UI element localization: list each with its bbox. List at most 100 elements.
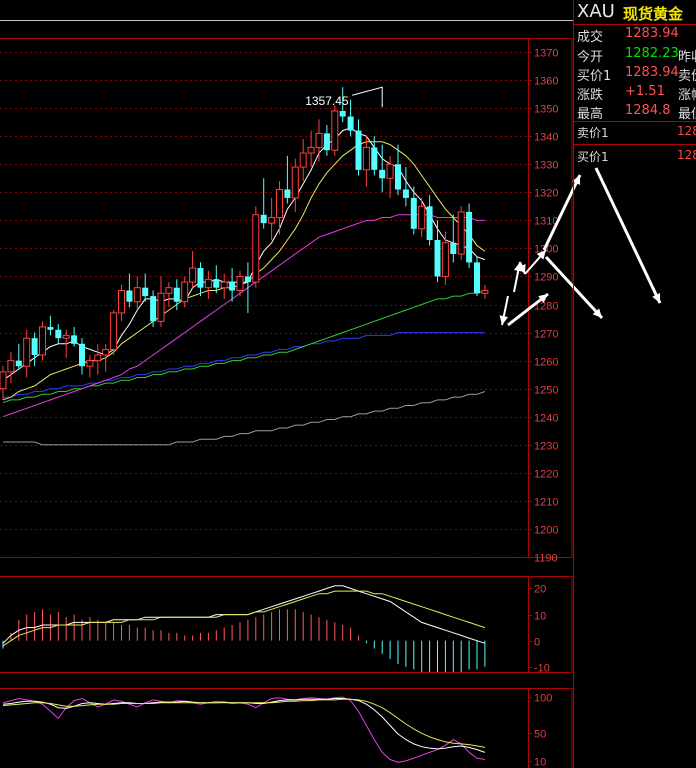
quote-value: 1283.94	[625, 26, 679, 41]
macd-tick-label: 0	[534, 637, 540, 649]
ma20-line	[2, 214, 485, 418]
candle-body-down	[142, 287, 149, 297]
symbol-code: XAU	[577, 1, 615, 22]
candle-body-up	[86, 360, 94, 367]
price-tick-label: 1370	[534, 48, 558, 60]
candle-body-up	[252, 214, 260, 283]
quote-value: 1282.23	[625, 46, 679, 61]
quote-value: 1284.8	[625, 103, 671, 118]
macd-tick-label: 10	[534, 611, 546, 623]
candle-body-down	[15, 360, 22, 367]
candle-body-up	[7, 360, 15, 373]
kdj-tick-label: 50	[534, 729, 546, 741]
quote-value: +1.51	[625, 84, 665, 99]
candle-body-up	[362, 146, 370, 171]
candle-body-down	[260, 214, 267, 224]
macd-dea-line	[2, 590, 486, 647]
macd-panel	[2, 585, 486, 672]
ask-row[interactable]: 卖价1 128	[574, 124, 696, 142]
price-tick-label: 1190	[534, 553, 558, 565]
price-panel-frame	[0, 38, 573, 558]
candle-body-down	[339, 110, 346, 117]
candle-body-down	[126, 290, 133, 302]
candlestick-series	[0, 87, 489, 400]
candle-body-down	[71, 335, 78, 344]
candle-body-down	[347, 116, 354, 131]
candle-body-down	[402, 189, 409, 198]
price-tick-label: 1220	[534, 469, 558, 481]
candle-body-down	[355, 130, 362, 170]
candle-body-down	[55, 329, 62, 339]
quote-row-change: 涨跌 +1.51 涨幅	[574, 84, 696, 104]
candle-body-up	[386, 163, 394, 179]
quote-row-high: 最高 1284.8 最低	[574, 103, 696, 123]
quote-label-secondary: 最低	[678, 107, 696, 122]
candle-body-up	[118, 289, 125, 314]
macd-tick-label: 20	[534, 584, 546, 596]
candle-body-up	[0, 371, 7, 390]
candle-body-down	[150, 296, 157, 322]
quote-label: 买价1	[577, 69, 612, 84]
quote-row-bid: 买价1 1283.94 卖价	[574, 65, 696, 85]
candle-body-down	[79, 343, 85, 367]
quote-label-secondary: 昨收	[678, 50, 696, 65]
candle-body-down	[284, 189, 291, 198]
kdj-line-2	[2, 698, 485, 748]
kdj-axis: 100 50 10	[528, 693, 552, 768]
bid-label: 买价1	[577, 150, 609, 164]
candle-body-down	[371, 147, 378, 170]
candle-body-up	[62, 334, 70, 339]
quote-row-trade: 成交 1283.94	[574, 26, 696, 46]
kdj-line-0	[2, 696, 485, 763]
candle-body-down	[434, 239, 441, 277]
price-tick-label: 1270	[534, 329, 558, 341]
price-tick-label: 1360	[534, 76, 558, 88]
price-grid	[0, 52, 528, 558]
candle-body-down	[47, 326, 54, 330]
high-annotation: 1357.45	[305, 86, 383, 108]
quote-label: 今开	[577, 50, 604, 65]
price-tick-label: 1230	[534, 441, 558, 453]
divider	[574, 144, 696, 145]
bid-value: 128	[677, 148, 696, 162]
candle-body-up	[315, 132, 323, 148]
candle-body-down	[410, 197, 417, 229]
candle-body-up	[481, 289, 489, 294]
candle-body-up	[291, 166, 299, 199]
price-tick-label: 1200	[534, 525, 558, 537]
price-tick-label: 1330	[534, 160, 558, 172]
quote-label: 最高	[577, 107, 604, 122]
quote-row-open: 今开 1282.23 昨收	[574, 46, 696, 66]
candle-body-down	[379, 169, 386, 179]
candle-body-up	[441, 242, 449, 277]
candle-body-up	[331, 110, 339, 151]
chart-frames	[0, 20, 573, 768]
candle-body-down	[426, 206, 433, 240]
candle-body-down	[31, 338, 38, 356]
candle-body-up	[110, 312, 118, 350]
ask-label: 卖价1	[577, 126, 609, 140]
bid-row[interactable]: 买价1 128	[574, 148, 696, 166]
candle-body-down	[173, 287, 180, 302]
quote-label: 成交	[577, 30, 604, 45]
quote-panel: XAU 现货黄金 成交 1283.94 今开 1282.23 昨收 买价1 12…	[573, 0, 696, 768]
candle-body-up	[457, 211, 465, 255]
high-annotation-label: 1357.45	[305, 94, 349, 108]
candle-body-up	[204, 278, 212, 289]
quote-label-secondary: 涨幅	[678, 88, 696, 103]
candle-body-down	[395, 164, 401, 190]
macd-panel-frame	[0, 576, 573, 673]
candle-body-down	[244, 276, 251, 283]
quote-label: 涨跌	[577, 88, 604, 103]
candle-body-up	[189, 267, 197, 283]
candle-body-up	[94, 354, 102, 362]
ask-value: 128	[677, 124, 696, 138]
ma250-line	[3, 391, 486, 446]
macd-tick-label: -10	[534, 663, 550, 675]
price-tick-label: 1260	[534, 357, 558, 369]
quote-label-secondary: 卖价	[678, 69, 696, 84]
price-tick-label: 1210	[534, 497, 558, 509]
price-tick-label: 1320	[534, 188, 558, 200]
candle-body-up	[157, 292, 165, 322]
arrow-head	[499, 315, 509, 325]
